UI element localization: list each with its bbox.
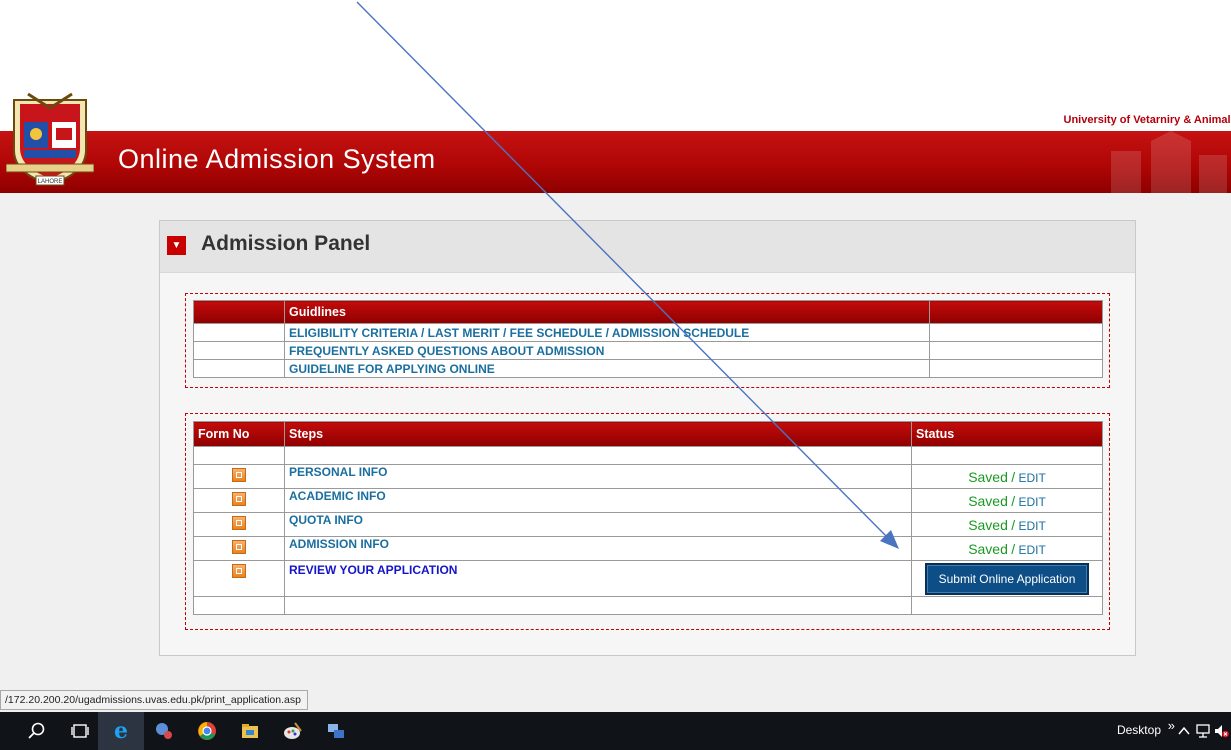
form-icon[interactable] xyxy=(232,468,246,482)
form-icon[interactable] xyxy=(232,492,246,506)
table-row: REVIEW YOUR APPLICATION Submit Online Ap… xyxy=(193,560,1103,597)
edit-link[interactable]: EDIT xyxy=(1018,495,1045,509)
edit-link[interactable]: EDIT xyxy=(1018,471,1045,485)
app-icon[interactable] xyxy=(154,721,174,741)
edit-link[interactable]: EDIT xyxy=(1018,519,1045,533)
panel-header: ▼ Admission Panel xyxy=(160,221,1135,273)
status-saved: Saved xyxy=(968,540,1008,557)
search-icon[interactable] xyxy=(27,721,47,741)
collapse-toggle-icon[interactable]: ▼ xyxy=(167,236,186,255)
table-row: QUOTA INFO Saved / EDIT xyxy=(193,512,1103,537)
review-application-link[interactable]: REVIEW YOUR APPLICATION xyxy=(289,563,457,577)
personal-info-link[interactable]: PERSONAL INFO xyxy=(289,465,387,479)
status-separator: / xyxy=(1011,492,1016,509)
status-separator: / xyxy=(1011,468,1016,485)
form-icon[interactable] xyxy=(232,516,246,530)
network-icon[interactable] xyxy=(1195,723,1211,739)
guidelines-header: Guidlines xyxy=(284,300,930,324)
academic-info-link[interactable]: ACADEMIC INFO xyxy=(289,489,386,503)
quota-info-link[interactable]: QUOTA INFO xyxy=(289,513,363,527)
guidelines-table: Guidlines ELIGIBILITY CRITERIA / LAST ME… xyxy=(193,300,1103,378)
network-app-icon[interactable] xyxy=(326,721,346,741)
status-saved: Saved xyxy=(968,492,1008,509)
table-row: ACADEMIC INFO Saved / EDIT xyxy=(193,488,1103,513)
internet-explorer-icon[interactable]: e xyxy=(110,720,132,742)
status-bar-url: /172.20.200.20/ugadmissions.uvas.edu.pk/… xyxy=(0,690,308,710)
status-separator: / xyxy=(1011,516,1016,533)
banner-title: Online Admission System xyxy=(118,144,436,174)
file-explorer-icon[interactable] xyxy=(240,721,260,741)
faq-link[interactable]: FREQUENTLY ASKED QUESTIONS ABOUT ADMISSI… xyxy=(289,344,604,358)
guidelines-header-blank-right xyxy=(929,300,1103,324)
form-no-header: Form No xyxy=(193,421,285,447)
svg-text:LAHORE: LAHORE xyxy=(38,179,63,185)
form-icon[interactable] xyxy=(232,540,246,554)
panel-title: Admission Panel xyxy=(201,232,371,255)
svg-text:e: e xyxy=(114,720,128,742)
steps-table: Form No Steps Status PERSONAL INFO Saved… xyxy=(193,421,1103,615)
guidelines-header-blank xyxy=(193,300,285,324)
paint-icon[interactable] xyxy=(283,721,303,741)
task-view-icon[interactable] xyxy=(70,721,90,741)
table-row: PERSONAL INFO Saved / EDIT xyxy=(193,464,1103,489)
status-saved: Saved xyxy=(968,516,1008,533)
eligibility-criteria-link[interactable]: ELIGIBILITY CRITERIA / LAST MERIT / FEE … xyxy=(289,326,749,340)
chrome-icon[interactable] xyxy=(197,721,217,741)
steps-header: Steps xyxy=(284,421,912,447)
edit-link[interactable]: EDIT xyxy=(1018,543,1045,557)
volume-muted-icon[interactable] xyxy=(1213,723,1229,739)
guideline-applying-online-link[interactable]: GUIDELINE FOR APPLYING ONLINE xyxy=(289,362,495,376)
form-icon[interactable] xyxy=(232,564,246,578)
desktop-toolbar-label[interactable]: Desktop xyxy=(1117,723,1161,737)
table-row: ADMISSION INFO Saved / EDIT xyxy=(193,536,1103,561)
submit-application-button[interactable]: Submit Online Application xyxy=(924,562,1090,595)
admission-panel: ▼ Admission Panel Guidlines ELIGIBILITY … xyxy=(159,220,1136,656)
taskbar: e Desktop » xyxy=(0,712,1231,750)
status-header: Status xyxy=(911,421,1103,447)
status-saved: Saved xyxy=(968,468,1008,485)
university-name: University of Vetarniry & Animal S xyxy=(1063,114,1231,126)
status-separator: / xyxy=(1011,540,1016,557)
tray-up-icon[interactable] xyxy=(1177,724,1191,738)
banner: Online Admission System xyxy=(0,131,1231,193)
admission-info-link[interactable]: ADMISSION INFO xyxy=(289,537,389,551)
toolbar-chevron-icon[interactable]: » xyxy=(1168,718,1175,733)
building-watermark-icon xyxy=(1111,131,1227,193)
site-header: University of Vetarniry & Animal S Onlin… xyxy=(0,0,1231,197)
university-crest-logo: LAHORE xyxy=(6,92,94,186)
